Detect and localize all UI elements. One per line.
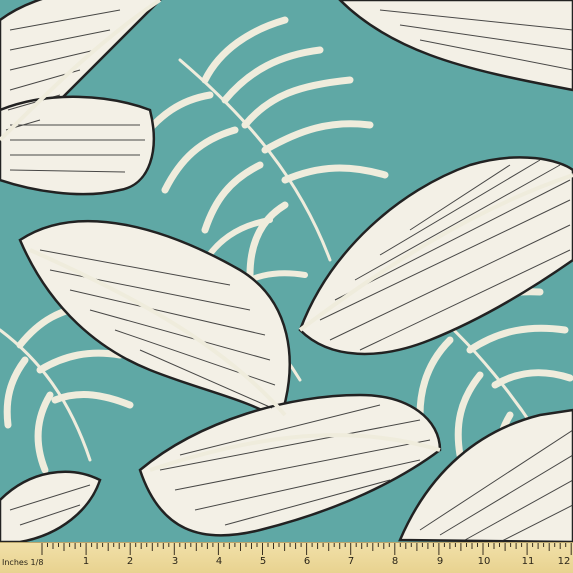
ruler-number: 1 (82, 556, 90, 567)
ruler-number: 2 (126, 556, 134, 567)
ruler-unit-label: Inches 1/8 (2, 558, 44, 567)
ruler-number: 12 (557, 556, 571, 567)
fabric-pattern (0, 0, 573, 542)
ruler-number: 4 (215, 556, 223, 567)
ruler-number: 8 (391, 556, 399, 567)
ruler-number: 3 (171, 556, 179, 567)
measuring-ruler: Inches 1/8 1 2 3 4 5 6 7 8 9 10 11 12 (0, 542, 573, 573)
ruler-number: 11 (521, 556, 535, 567)
ruler-number: 7 (347, 556, 355, 567)
tropical-leaf-pattern (0, 0, 573, 542)
ruler-number: 10 (477, 556, 491, 567)
ruler-number: 5 (259, 556, 267, 567)
product-image: Inches 1/8 1 2 3 4 5 6 7 8 9 10 11 12 (0, 0, 573, 573)
ruler-number: 9 (436, 556, 444, 567)
ruler-number: 6 (303, 556, 311, 567)
